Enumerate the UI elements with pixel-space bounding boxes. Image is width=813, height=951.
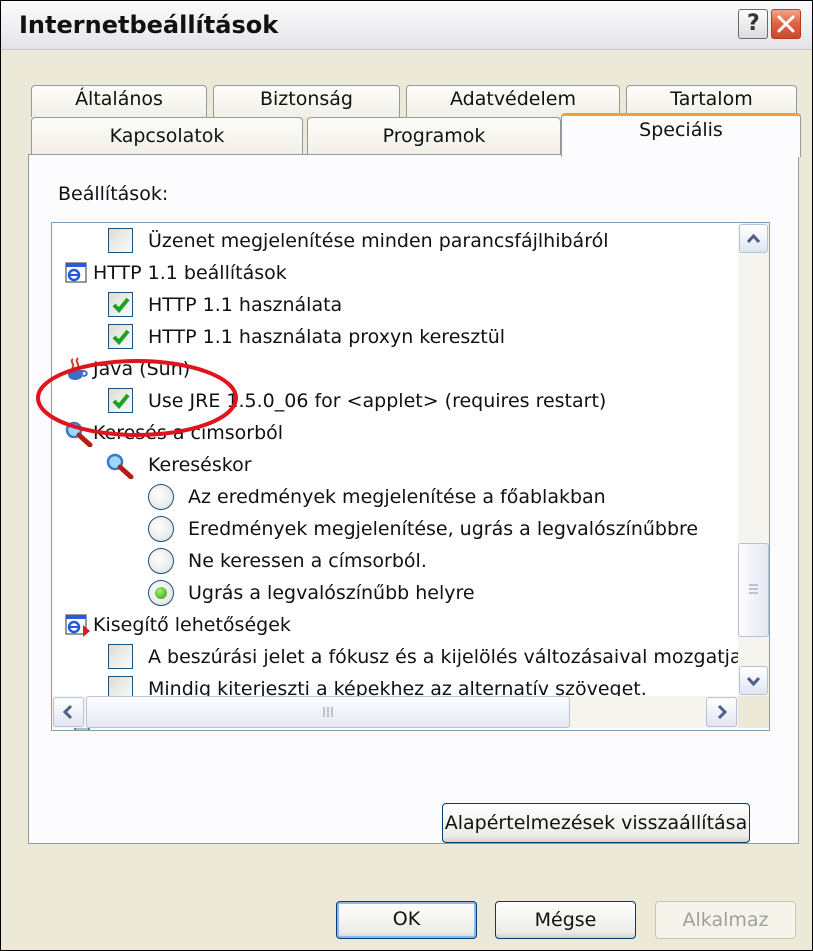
tree-item-label: Az eredmények megjelenítése a főablakban — [188, 486, 606, 508]
internet-options-dialog: Internetbeállítások ? Általános Biztonsá… — [0, 0, 813, 951]
tree-item-label: HTTP 1.1 beállítások — [93, 262, 287, 284]
tree-item-label: HTTP 1.1 használata proxyn keresztül — [148, 326, 506, 348]
chevron-right-icon — [717, 704, 728, 720]
scroll-right-button[interactable] — [706, 697, 737, 727]
horizontal-scrollbar[interactable] — [52, 696, 738, 728]
cancel-button[interactable]: Mégse — [495, 901, 636, 939]
horizontal-scroll-thumb[interactable] — [86, 696, 570, 728]
tree-item-label: Kereséskor — [148, 454, 252, 476]
radio-button[interactable] — [148, 516, 174, 542]
tree-item-label: Kisegítő lehetőségek — [93, 614, 291, 636]
radio-button[interactable] — [148, 484, 174, 510]
checkbox[interactable] — [108, 292, 133, 317]
tree-item-label: Ne keressen a címsorból. — [188, 550, 427, 572]
tree-item-label: Eredmények megjelenítése, ugrás a legval… — [188, 518, 699, 540]
grip-icon — [749, 584, 758, 594]
help-button[interactable]: ? — [738, 9, 768, 39]
grip-icon — [323, 707, 333, 717]
settings-label: Beállítások: — [58, 183, 169, 205]
tab-label: Programok — [382, 125, 486, 147]
checkbox[interactable] — [108, 644, 133, 669]
tab-biztonsag[interactable]: Biztonság — [213, 85, 400, 117]
window-title: Internetbeállítások — [19, 11, 279, 39]
magnifier-icon — [106, 453, 134, 489]
tab-programok[interactable]: Programok — [307, 117, 561, 155]
chevron-down-icon — [746, 676, 761, 687]
close-icon — [777, 15, 795, 33]
red-highlight-ellipse — [36, 359, 238, 437]
ok-button[interactable]: OK — [336, 901, 477, 939]
tree-item-label: HTTP 1.1 használata — [148, 294, 343, 316]
tab-label: Biztonság — [259, 88, 353, 110]
help-icon: ? — [747, 11, 760, 36]
scrollbar-corner — [738, 696, 769, 728]
advanced-settings-panel: Beállítások: Üzenet megjelenítése minden… — [28, 154, 799, 844]
apply-button[interactable]: Alkalmaz — [655, 901, 796, 939]
checkbox[interactable] — [108, 228, 133, 253]
radio-button[interactable] — [148, 580, 174, 606]
scroll-up-button[interactable] — [739, 224, 768, 253]
ie-accessibility-icon — [65, 613, 91, 647]
tab-label: Tartalom — [670, 88, 753, 110]
title-bar[interactable]: Internetbeállítások ? — [1, 1, 812, 50]
tab-specialis[interactable]: Speciális — [561, 113, 801, 157]
ie-settings-icon — [65, 261, 89, 295]
chevron-up-icon — [746, 233, 761, 244]
tree-item-label: Üzenet megjelenítése minden parancsfájlh… — [148, 230, 609, 252]
tab-kapcsolatok[interactable]: Kapcsolatok — [31, 117, 303, 155]
scroll-left-button[interactable] — [53, 697, 84, 727]
tab-label: Adatvédelem — [450, 88, 576, 110]
radio-button[interactable] — [148, 548, 174, 574]
tab-label: Speciális — [639, 119, 723, 141]
tab-altalanos[interactable]: Általános — [31, 85, 207, 117]
restore-defaults-button[interactable]: Alapértelmezések visszaállítása — [442, 803, 750, 843]
tree-item-label: A beszúrási jelet a fókusz és a kijelölé… — [148, 646, 748, 668]
vertical-scroll-thumb[interactable] — [738, 543, 769, 637]
tab-label: Kapcsolatok — [109, 125, 225, 147]
radio-selected-dot — [155, 587, 167, 599]
checkbox[interactable] — [108, 324, 133, 349]
vertical-scrollbar[interactable] — [738, 223, 769, 696]
scroll-down-button[interactable] — [739, 666, 768, 695]
tree-item-label: Ugrás a legvalószínűbb helyre — [188, 582, 475, 604]
tab-label: Általános — [75, 88, 163, 110]
close-button[interactable] — [771, 9, 801, 39]
chevron-left-icon — [62, 704, 73, 720]
settings-tree-list[interactable]: Üzenet megjelenítése minden parancsfájlh… — [51, 222, 770, 731]
